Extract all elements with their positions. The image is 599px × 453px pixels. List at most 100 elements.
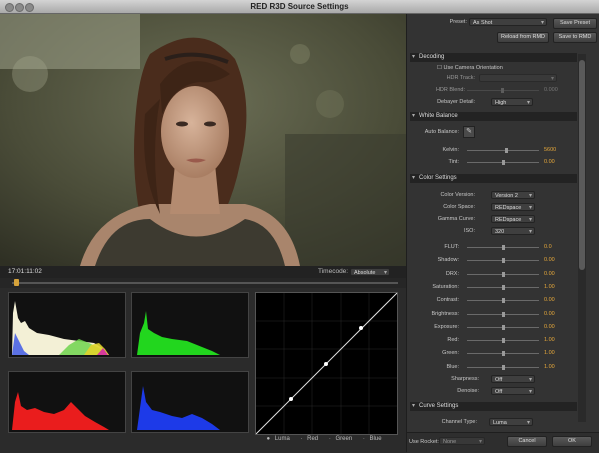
slider-thumb[interactable] (502, 351, 505, 356)
gamma-curve-select[interactable]: REDspace (491, 215, 535, 224)
tint-slider-thumb[interactable] (502, 160, 505, 165)
legend-blue[interactable]: · Blue (363, 436, 385, 442)
preset-select[interactable]: As Shot (469, 18, 547, 27)
adjustment-slider[interactable] (467, 351, 539, 356)
legend-luma[interactable]: ● Luma (266, 436, 292, 442)
adjustment-slider[interactable] (467, 245, 539, 250)
eyedropper-icon[interactable]: ✎ (463, 126, 475, 138)
slider-value[interactable]: 0.00 (544, 297, 555, 303)
white-balance-section-header[interactable]: White Balance (410, 112, 577, 121)
adjustment-slider[interactable] (467, 298, 539, 303)
playhead-handle[interactable] (14, 279, 19, 286)
adjustment-slider[interactable] (467, 338, 539, 343)
slider-value[interactable]: 0.00 (544, 324, 555, 330)
slider-value[interactable]: 1.00 (544, 364, 555, 370)
minimize-window-icon[interactable] (15, 3, 24, 12)
panel-footer: Use Rocket: None Cancel OK (407, 432, 599, 453)
slider-value[interactable]: 0.00 (544, 257, 555, 263)
slider-thumb[interactable] (502, 285, 505, 290)
green-histogram (131, 292, 249, 358)
timecode-mode-select[interactable]: Absolute (350, 268, 390, 277)
color-version-select[interactable]: Version 2 (491, 191, 535, 200)
slider-value[interactable]: 1.00 (544, 284, 555, 290)
curve-point (324, 362, 328, 366)
zoom-window-icon[interactable] (25, 3, 34, 12)
slider-thumb[interactable] (502, 365, 505, 370)
color-space-select[interactable]: REDspace (491, 203, 535, 212)
slider-value[interactable]: 0.00 (544, 271, 555, 277)
close-window-icon[interactable] (5, 3, 14, 12)
slider-label: Saturation: (432, 284, 459, 290)
slider-thumb[interactable] (502, 312, 505, 317)
cancel-button[interactable]: Cancel (507, 436, 547, 447)
red-histogram-graph (12, 392, 109, 430)
iso-label: ISO: (463, 228, 475, 234)
save-rmd-button[interactable]: Save to RMD (553, 32, 597, 43)
use-camera-orientation-checkbox[interactable]: ☐ Use Camera Orientation (437, 65, 503, 71)
source-settings-window: RED R3D Source Settings 17:01:11:02 Time… (0, 0, 599, 453)
decoding-section-header[interactable]: Decoding (410, 53, 577, 62)
slider-thumb[interactable] (502, 338, 505, 343)
legend-green[interactable]: · Green (329, 436, 355, 442)
blue-histogram (131, 371, 249, 433)
slider-thumb[interactable] (502, 258, 505, 263)
slider-value[interactable]: 0.00 (544, 311, 555, 317)
channel-type-select[interactable]: Luma (489, 418, 533, 427)
settings-panel: Preset: As Shot Save Preset Reload from … (406, 14, 599, 453)
kelvin-slider[interactable] (467, 148, 539, 153)
adjustment-slider[interactable] (467, 258, 539, 263)
slider-thumb[interactable] (502, 325, 505, 330)
slider-thumb[interactable] (502, 298, 505, 303)
curve-editor[interactable] (255, 292, 398, 435)
tint-slider[interactable] (467, 160, 539, 165)
portrait-photo (0, 14, 406, 266)
hdr-blend-thumb[interactable] (501, 88, 504, 93)
legend-red[interactable]: · Red (300, 436, 321, 442)
ok-button[interactable]: OK (552, 436, 592, 447)
scopes-area: ● Luma · Red · Green · Blue (0, 288, 406, 452)
kelvin-label: Kelvin: (442, 147, 459, 153)
scrollbar-thumb[interactable] (579, 60, 585, 270)
sharpness-select[interactable]: Off (491, 375, 535, 384)
hdr-blend-slider[interactable] (467, 88, 539, 93)
slider-value[interactable]: 1.00 (544, 337, 555, 343)
color-version-label: Color Version: (440, 192, 475, 198)
curve-graph (255, 292, 398, 435)
legend-blue-label: Blue (369, 436, 382, 442)
hdr-track-label: HDR Track: (446, 75, 475, 81)
denoise-label: Denoise: (457, 388, 479, 394)
channel-type-label: Channel Type: (441, 419, 477, 425)
save-preset-button[interactable]: Save Preset (553, 18, 597, 29)
rgb-histogram (8, 292, 126, 358)
red-histogram (8, 371, 126, 433)
slider-value[interactable]: 1.00 (544, 350, 555, 356)
debayer-detail-label: Debayer Detail: (437, 99, 475, 105)
kelvin-slider-thumb[interactable] (505, 148, 508, 153)
title-bar: RED R3D Source Settings (0, 0, 599, 14)
hdr-track-select[interactable] (479, 74, 557, 83)
denoise-select[interactable]: Off (491, 387, 535, 396)
use-rocket-select[interactable]: None (439, 437, 485, 446)
adjustment-slider[interactable] (467, 365, 539, 370)
iso-select[interactable]: 320 (491, 227, 535, 236)
curve-point (359, 326, 363, 330)
slider-value[interactable]: 0.0 (544, 244, 552, 250)
slider-label: Contrast: (436, 297, 459, 303)
color-settings-section-header[interactable]: Color Settings (410, 174, 577, 183)
curve-settings-section-header[interactable]: Curve Settings (410, 402, 577, 411)
timeline-scrubber[interactable] (0, 278, 406, 288)
reload-rmd-button[interactable]: Reload from RMD (497, 32, 549, 43)
slider-thumb[interactable] (502, 272, 505, 277)
adjustment-slider[interactable] (467, 312, 539, 317)
adjustment-slider[interactable] (467, 325, 539, 330)
adjustment-slider[interactable] (467, 285, 539, 290)
slider-thumb[interactable] (502, 245, 505, 250)
debayer-detail-select[interactable]: High (491, 98, 533, 107)
use-camera-orientation-label: Use Camera Orientation (443, 65, 503, 71)
kelvin-value[interactable]: 5600 (544, 147, 556, 153)
use-rocket-label: Use Rocket: (409, 439, 439, 445)
panel-scrollbar[interactable] (578, 54, 586, 422)
hdr-blend-value[interactable]: 0.000 (544, 87, 558, 93)
tint-value[interactable]: 0.00 (544, 159, 555, 165)
adjustment-slider[interactable] (467, 272, 539, 277)
